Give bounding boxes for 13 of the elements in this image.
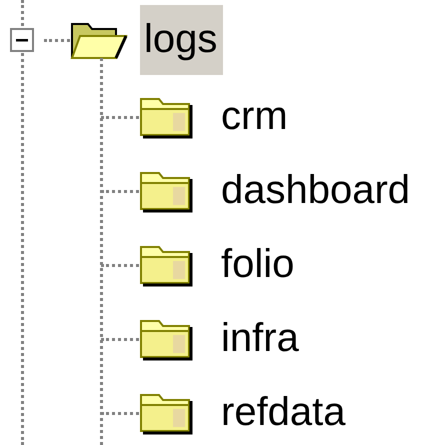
minus-icon	[15, 38, 29, 42]
folder-icon	[139, 243, 193, 287]
folder-icon	[139, 391, 193, 435]
tree-item[interactable]: crm	[217, 82, 294, 152]
folder-icon	[139, 317, 193, 361]
collapse-button[interactable]	[10, 28, 34, 52]
folder-icon	[139, 95, 193, 139]
tree-item[interactable]: infra	[217, 304, 305, 374]
folder-icon	[139, 169, 193, 213]
tree-item[interactable]: folio	[217, 230, 300, 300]
tree-item[interactable]: dashboard	[217, 156, 416, 226]
tree-item[interactable]: refdata	[217, 378, 352, 445]
tree-item[interactable]: logs	[140, 5, 224, 75]
